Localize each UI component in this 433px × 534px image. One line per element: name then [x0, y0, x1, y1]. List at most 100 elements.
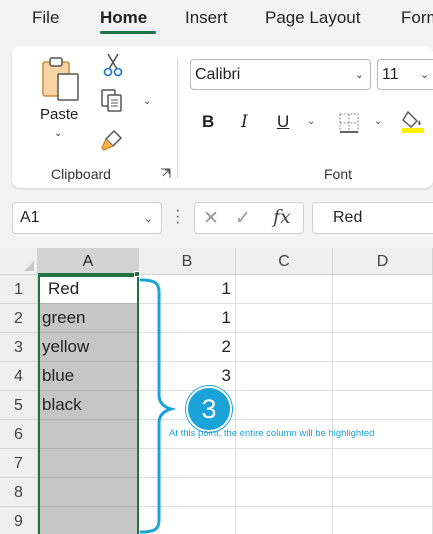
row-header[interactable]: 8 [0, 478, 38, 507]
fill-handle[interactable] [134, 271, 140, 277]
cell-c5[interactable] [236, 391, 333, 420]
ribbon-tabs: File Home Insert Page Layout Form [0, 0, 433, 38]
cell-d8[interactable] [333, 478, 433, 507]
cell-a4[interactable]: blue [38, 362, 139, 391]
enter-icon[interactable]: ✓ [235, 207, 251, 230]
row-header[interactable]: 6 [0, 420, 38, 449]
cell-d9[interactable] [333, 507, 433, 534]
cell-text: blue [42, 366, 75, 385]
cell-d1[interactable] [333, 275, 433, 304]
underline-dropdown-chevron-icon[interactable]: ⌄ [307, 116, 315, 127]
column-header-a[interactable]: A [38, 248, 139, 275]
borders-dropdown-chevron-icon[interactable]: ⌄ [374, 116, 382, 127]
clipboard-dialog-launcher-icon[interactable] [160, 168, 171, 179]
cell-d7[interactable] [333, 449, 433, 478]
format-painter-icon[interactable] [100, 128, 124, 152]
formula-input-value: Red [333, 209, 363, 226]
formula-bar: A1 ⌄ · · · ✕ ✓ fx Red [0, 196, 433, 242]
insert-function-icon[interactable]: fx [273, 206, 291, 228]
tab-home[interactable]: Home [100, 8, 147, 28]
cell-c9[interactable] [236, 507, 333, 534]
font-name-value: Calibri [195, 66, 241, 83]
cell-c7[interactable] [236, 449, 333, 478]
chevron-down-icon: ⌄ [420, 69, 430, 81]
name-box[interactable]: A1 ⌄ [12, 202, 162, 234]
copy-icon[interactable] [100, 88, 124, 114]
row-header[interactable]: 1 [0, 275, 38, 304]
formula-input[interactable]: Red [312, 202, 433, 234]
cell-d4[interactable] [333, 362, 433, 391]
cell-b8[interactable] [139, 478, 236, 507]
cell-c8[interactable] [236, 478, 333, 507]
cell-value: 1 [221, 279, 231, 298]
cell-b3[interactable]: 2 [139, 333, 236, 362]
cell-value: 1 [221, 308, 231, 327]
cell-a3[interactable]: yellow [38, 333, 139, 362]
cell-a6[interactable] [38, 420, 139, 449]
ribbon: Paste ⌄ ⌄ Clipboard Calibri ⌄ 11 ⌄ B I U… [12, 46, 433, 188]
cell-c4[interactable] [236, 362, 333, 391]
clipboard-group-label: Clipboard [51, 166, 111, 182]
cell-text: Red [48, 279, 80, 298]
group-divider [177, 58, 178, 178]
cell-a5[interactable]: black [38, 391, 139, 420]
borders-icon[interactable] [338, 112, 360, 134]
column-header-c[interactable]: C [236, 248, 333, 275]
font-name-select[interactable]: Calibri ⌄ [190, 59, 371, 90]
cell-d3[interactable] [333, 333, 433, 362]
font-size-select[interactable]: 11 ⌄ [377, 59, 433, 90]
cell-a9[interactable] [38, 507, 139, 534]
cell-c2[interactable] [236, 304, 333, 333]
fill-color-icon[interactable] [400, 108, 426, 134]
more-options-icon[interactable]: · · · [175, 203, 180, 231]
cell-b9[interactable] [139, 507, 236, 534]
cell-value: 2 [221, 337, 231, 356]
cell-b4[interactable]: 3 [139, 362, 236, 391]
chevron-down-icon: ⌄ [143, 213, 153, 225]
tab-page-layout[interactable]: Page Layout [265, 8, 360, 28]
tab-insert[interactable]: Insert [185, 8, 228, 28]
cell-b1[interactable]: 1 [139, 275, 236, 304]
paste-label: Paste [40, 106, 79, 123]
row-header[interactable]: 4 [0, 362, 38, 391]
cell-d2[interactable] [333, 304, 433, 333]
cancel-icon[interactable]: ✕ [203, 207, 219, 230]
formula-buttons: ✕ ✓ fx [194, 202, 304, 234]
annotation-text: At this point, the entire column will be… [169, 428, 375, 439]
select-all-triangle-icon [24, 261, 34, 271]
row-header[interactable]: 9 [0, 507, 38, 534]
cell-c1[interactable] [236, 275, 333, 304]
cell-a1[interactable]: Red [38, 275, 139, 304]
cell-b7[interactable] [139, 449, 236, 478]
row-header[interactable]: 5 [0, 391, 38, 420]
select-all-button[interactable] [0, 248, 38, 275]
underline-button[interactable]: U [277, 112, 289, 132]
cell-d5[interactable] [333, 391, 433, 420]
italic-button[interactable]: I [241, 112, 248, 132]
cell-text: yellow [42, 337, 90, 356]
active-tab-indicator [100, 31, 156, 34]
row-header[interactable]: 2 [0, 304, 38, 333]
tab-file[interactable]: File [32, 8, 59, 28]
cell-a7[interactable] [38, 449, 139, 478]
row-header[interactable]: 3 [0, 333, 38, 362]
name-box-value: A1 [20, 209, 40, 226]
paste-icon [42, 57, 79, 101]
cell-b2[interactable]: 1 [139, 304, 236, 333]
font-size-value: 11 [382, 66, 399, 83]
column-header-b[interactable]: B [139, 248, 236, 275]
cut-icon[interactable] [102, 52, 124, 78]
cell-a8[interactable] [38, 478, 139, 507]
chevron-down-icon: ⌄ [354, 69, 364, 81]
cell-a2[interactable]: green [38, 304, 139, 333]
bold-button[interactable]: B [202, 112, 214, 132]
copy-dropdown-chevron-icon[interactable]: ⌄ [143, 96, 151, 107]
font-group-label: Font [324, 166, 353, 182]
tab-formulas[interactable]: Form [401, 8, 433, 28]
row-header[interactable]: 7 [0, 449, 38, 478]
cell-value: 3 [221, 366, 231, 385]
column-header-d[interactable]: D [333, 248, 433, 275]
cell-text: green [42, 308, 86, 327]
cell-c3[interactable] [236, 333, 333, 362]
paste-dropdown-chevron-icon[interactable]: ⌄ [54, 128, 62, 139]
